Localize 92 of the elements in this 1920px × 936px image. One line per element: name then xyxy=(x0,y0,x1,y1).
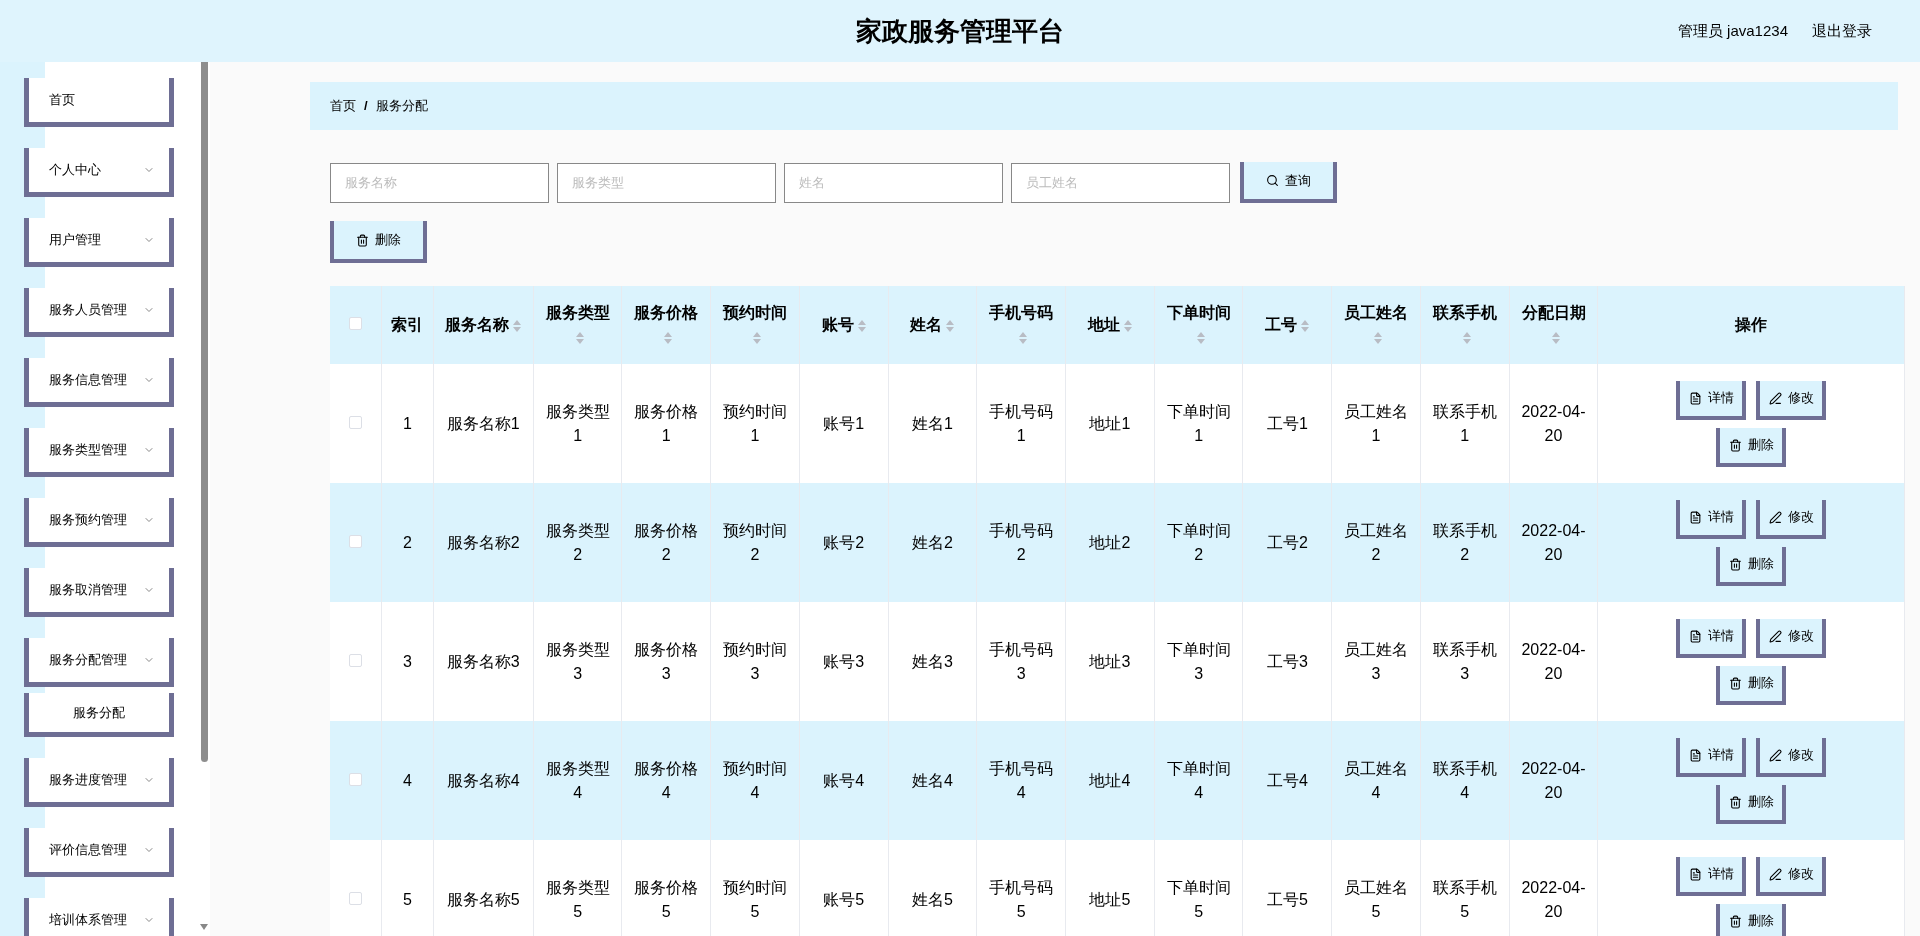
sort-icon[interactable] xyxy=(1301,319,1310,332)
user-label: 管理员 java1234 xyxy=(1677,20,1788,41)
trash-icon xyxy=(1728,914,1742,928)
row-action-button[interactable]: 详情 xyxy=(1676,737,1747,777)
logout-link[interactable]: 退出登录 xyxy=(1812,19,1872,43)
trash-icon xyxy=(1728,438,1742,452)
sidebar-menu-item[interactable]: 评价信息管理 xyxy=(24,828,174,877)
row-action-button[interactable]: 删除 xyxy=(1716,784,1787,824)
sort-icon[interactable] xyxy=(575,331,584,344)
sidebar-menu-item[interactable]: 服务人员管理 xyxy=(24,288,174,337)
row-action-button[interactable]: 修改 xyxy=(1756,618,1827,658)
sort-icon[interactable] xyxy=(1462,331,1471,344)
row-action-button[interactable]: 修改 xyxy=(1756,499,1827,539)
table-cell: 员工姓名5 xyxy=(1331,840,1421,936)
table-cell: 5 xyxy=(381,840,434,936)
table-cell: 手机号码5 xyxy=(976,840,1066,936)
table-cell: 预约时间5 xyxy=(710,840,800,936)
table-cell: 姓名5 xyxy=(888,840,977,936)
breadcrumb-separator: / xyxy=(364,97,368,116)
sidebar-menu-item[interactable]: 服务进度管理 xyxy=(24,758,174,807)
search-button[interactable]: 查询 xyxy=(1240,162,1337,203)
checkbox[interactable] xyxy=(349,415,363,429)
row-action-button[interactable]: 修改 xyxy=(1756,380,1827,420)
sidebar-menu-item[interactable]: 个人中心 xyxy=(24,148,174,197)
table-cell: 地址5 xyxy=(1065,840,1155,936)
document-icon xyxy=(1688,867,1702,881)
sidebar-menu-item[interactable]: 服务预约管理 xyxy=(24,498,174,547)
checkbox[interactable] xyxy=(349,653,363,667)
trash-icon xyxy=(356,233,369,247)
breadcrumb-item[interactable]: 服务分配 xyxy=(375,96,428,116)
checkbox[interactable] xyxy=(349,317,363,330)
sidebar-menu-item[interactable]: 用户管理 xyxy=(24,218,174,267)
sort-icon[interactable] xyxy=(1123,319,1132,332)
table-cell: 联系手机5 xyxy=(1420,840,1510,936)
row-action-button[interactable]: 修改 xyxy=(1756,856,1827,896)
row-action-button[interactable]: 详情 xyxy=(1676,499,1747,539)
sort-icon[interactable] xyxy=(753,331,762,344)
table-cell: 下单时间5 xyxy=(1154,840,1243,936)
sort-icon[interactable] xyxy=(513,319,522,332)
document-icon xyxy=(1688,391,1702,405)
search-field[interactable]: 服务类型 xyxy=(557,162,776,203)
sort-icon[interactable] xyxy=(1019,331,1028,344)
sort-icon[interactable] xyxy=(1374,331,1383,344)
pen-icon xyxy=(1768,867,1782,881)
scrollbar-thumb[interactable] xyxy=(200,62,208,762)
sort-icon[interactable] xyxy=(857,319,866,332)
sort-icon[interactable] xyxy=(946,319,955,332)
sidebar-menu-item[interactable]: 服务分配管理 xyxy=(24,638,174,687)
sort-icon[interactable] xyxy=(1551,331,1560,344)
document-icon xyxy=(1688,629,1702,643)
document-icon xyxy=(1688,748,1702,762)
table-cell: 2022-04-20 xyxy=(1509,840,1598,936)
trash-icon xyxy=(1728,557,1742,571)
breadcrumb-item[interactable]: 首页 xyxy=(330,96,356,116)
app-title: 家政服务管理平台 xyxy=(856,14,1064,48)
pen-icon xyxy=(1768,391,1782,405)
sort-icon[interactable] xyxy=(664,331,673,344)
checkbox[interactable] xyxy=(349,891,363,905)
checkbox[interactable] xyxy=(349,772,363,786)
trash-icon xyxy=(1728,795,1742,809)
pen-icon xyxy=(1768,748,1782,762)
search-icon xyxy=(1266,174,1279,187)
sidebar-menu-item[interactable]: 服务类型管理 xyxy=(24,428,174,477)
row-action-button[interactable]: 删除 xyxy=(1716,546,1787,586)
delete-button[interactable]: 删除 xyxy=(330,221,427,263)
table-cell: 服务类型5 xyxy=(533,840,622,936)
trash-icon xyxy=(1728,676,1742,690)
checkbox[interactable] xyxy=(349,534,363,548)
row-action-button[interactable]: 详情 xyxy=(1676,380,1747,420)
pen-icon xyxy=(1768,629,1782,643)
pen-icon xyxy=(1768,510,1782,524)
sidebar-menu-item[interactable]: 服务信息管理 xyxy=(24,358,174,407)
sidebar-menu-item[interactable]: 首页 xyxy=(24,78,174,127)
sidebar-submenu-item[interactable]: 服务分配 xyxy=(24,693,174,737)
search-field[interactable]: 员工姓名 xyxy=(1011,162,1230,203)
table-cell: 账号5 xyxy=(799,840,889,936)
search-field[interactable]: 姓名 xyxy=(784,162,1003,203)
sidebar-menu-item[interactable]: 服务取消管理 xyxy=(24,568,174,617)
row-action-button[interactable]: 删除 xyxy=(1716,903,1787,936)
sort-icon[interactable] xyxy=(1196,331,1205,344)
sidebar-menu-item[interactable]: 培训体系管理 xyxy=(24,898,174,936)
row-action-button[interactable]: 删除 xyxy=(1716,665,1787,705)
row-action-button[interactable]: 修改 xyxy=(1756,737,1827,777)
table-cell: 工号5 xyxy=(1243,840,1332,936)
search-field[interactable]: 服务名称 xyxy=(330,162,549,203)
row-action-button[interactable]: 详情 xyxy=(1676,856,1747,896)
row-action-button[interactable]: 删除 xyxy=(1716,427,1787,467)
scroll-down-icon[interactable] xyxy=(200,924,208,930)
table-cell: 服务价格5 xyxy=(621,840,711,936)
document-icon xyxy=(1688,510,1702,524)
table-cell: 服务名称5 xyxy=(433,840,534,936)
row-action-button[interactable]: 详情 xyxy=(1676,618,1747,658)
